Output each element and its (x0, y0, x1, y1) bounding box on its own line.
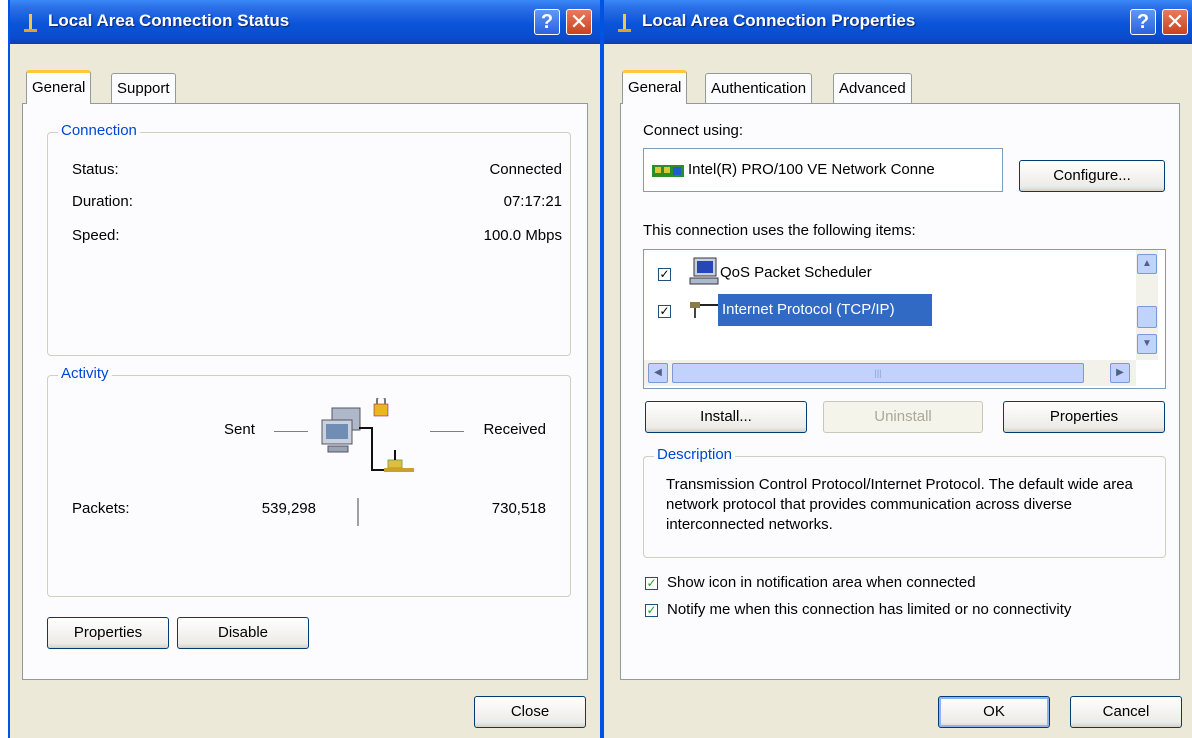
close-x-button[interactable]: ✕ (566, 9, 592, 35)
tab-support[interactable]: Support (111, 73, 176, 103)
status-window: Local Area Connection Status ? ✕ General… (8, 0, 602, 738)
item-properties-button[interactable]: Properties (1003, 401, 1165, 433)
horizontal-scroll-thumb[interactable]: ||| (672, 363, 1084, 383)
items-viewport: ✓ QoS Packet Scheduler ✓ Internet Protoc… (644, 250, 1136, 360)
configure-button[interactable]: Configure... (1019, 160, 1165, 192)
duration-label: Duration: (72, 193, 133, 210)
protocol-icon (690, 302, 718, 318)
sent-label: Sent (224, 421, 255, 438)
item-checkbox-qos[interactable]: ✓ (658, 268, 671, 281)
cancel-button[interactable]: Cancel (1070, 696, 1182, 728)
description-group: Description Transmission Control Protoco… (643, 446, 1166, 558)
item-checkbox-tcpip[interactable]: ✓ (658, 305, 671, 318)
tab-panel: Connect using: Intel(R) PRO/100 VE Netwo… (620, 103, 1180, 680)
notify-checkbox[interactable]: ✓ (645, 604, 658, 617)
properties-button[interactable]: Properties (47, 617, 169, 649)
connect-using-label: Connect using: (643, 122, 744, 139)
scroll-thumb[interactable] (1137, 306, 1157, 328)
scroll-up-icon[interactable]: ▲ (1137, 254, 1157, 274)
speed-value: 100.0 Mbps (483, 227, 562, 244)
network-computers-icon (321, 398, 414, 472)
help-button[interactable]: ? (534, 9, 560, 35)
adapter-name: Intel(R) PRO/100 VE Network Conne (688, 161, 935, 178)
help-button[interactable]: ? (1130, 9, 1156, 35)
scroll-down-icon[interactable]: ▼ (1137, 334, 1157, 354)
received-line (430, 431, 464, 432)
network-connection-icon (618, 14, 631, 32)
tab-panel: Connection Status: Connected Duration: 0… (22, 103, 588, 680)
tab-general[interactable]: General (26, 70, 92, 104)
notify-label[interactable]: Notify me when this connection has limit… (667, 601, 1071, 618)
show-icon-checkbox[interactable]: ✓ (645, 577, 658, 590)
item-label-tcpip: Internet Protocol (TCP/IP) (722, 301, 895, 318)
description-legend: Description (654, 446, 736, 463)
title-bar[interactable]: Local Area Connection Properties ? ✕ (604, 0, 1192, 44)
close-x-button[interactable]: ✕ (1162, 9, 1188, 35)
duration-value: 07:17:21 (503, 193, 562, 210)
uninstall-button[interactable]: Uninstall (823, 401, 983, 433)
packets-label: Packets: (72, 500, 130, 517)
sent-line (274, 431, 308, 432)
description-text: Transmission Control Protocol/Internet P… (666, 476, 1133, 533)
connection-legend: Connection (58, 122, 140, 139)
packets-received-value: 730,518 (491, 500, 546, 517)
qos-computer-icon (689, 257, 719, 285)
title-bar[interactable]: Local Area Connection Status ? ✕ (10, 0, 600, 44)
close-button[interactable]: Close (474, 696, 586, 728)
scroll-right-icon[interactable]: ▶ (1110, 363, 1130, 383)
activity-group: Activity Sent Received Packets: 539,298 … (47, 365, 571, 597)
vertical-scrollbar[interactable]: ▲ ▼ (1136, 250, 1158, 360)
tab-general[interactable]: General (622, 70, 688, 104)
tab-authentication[interactable]: Authentication (705, 73, 813, 103)
speed-label: Speed: (72, 227, 120, 244)
window-title: Local Area Connection Properties (642, 11, 916, 30)
horizontal-scrollbar[interactable]: ◀ ||| ▶ (644, 360, 1136, 386)
selected-item-highlight[interactable]: Internet Protocol (TCP/IP) (718, 294, 932, 326)
adapter-box: Intel(R) PRO/100 VE Network Conne (643, 148, 1003, 192)
install-button[interactable]: Install... (645, 401, 807, 433)
scroll-left-icon[interactable]: ◀ (648, 363, 668, 383)
show-icon-label[interactable]: Show icon in notification area when conn… (667, 574, 976, 591)
tab-advanced[interactable]: Advanced (833, 73, 912, 103)
disable-button[interactable]: Disable (177, 617, 309, 649)
connection-group: Connection Status: Connected Duration: 0… (47, 122, 571, 356)
item-label-qos[interactable]: QoS Packet Scheduler (720, 264, 872, 281)
ok-button[interactable]: OK (938, 696, 1050, 728)
network-card-icon (652, 165, 684, 177)
activity-legend: Activity (58, 365, 112, 382)
status-value: Connected (489, 161, 562, 178)
items-list[interactable]: ✓ QoS Packet Scheduler ✓ Internet Protoc… (643, 249, 1166, 389)
properties-window: Local Area Connection Properties ? ✕ Gen… (602, 0, 1192, 738)
received-label: Received (483, 421, 546, 438)
network-connection-icon (24, 14, 37, 32)
packets-separator (357, 498, 359, 526)
window-title: Local Area Connection Status (48, 11, 290, 30)
status-label: Status: (72, 161, 119, 178)
packets-sent-value: 539,298 (261, 500, 316, 517)
items-label: This connection uses the following items… (643, 222, 916, 239)
